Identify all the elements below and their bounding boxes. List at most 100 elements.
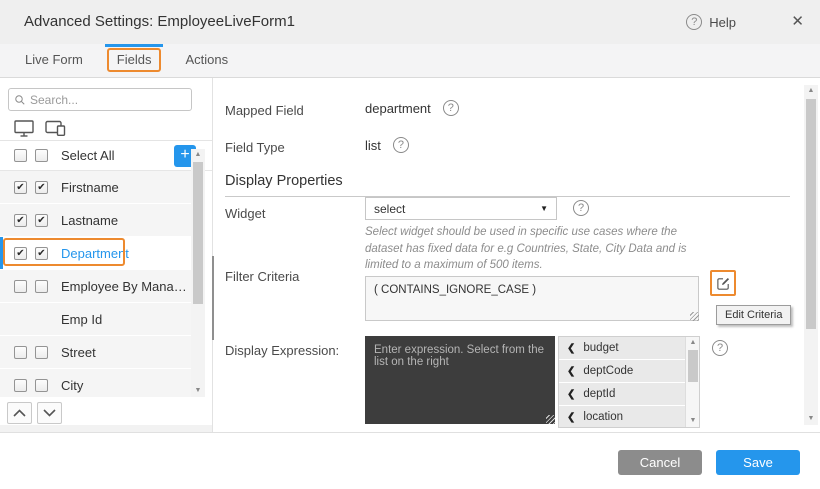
search-icon: [15, 94, 25, 106]
field-row-emp-id[interactable]: Emp Id: [0, 303, 191, 335]
scroll-up-icon[interactable]: ▲: [686, 337, 700, 349]
display-expression-label: Display Expression:: [225, 343, 339, 358]
field-row-label: Street: [61, 345, 96, 360]
move-up-button[interactable]: [7, 402, 32, 424]
field-row-label: Firstname: [61, 180, 119, 195]
tab-live-form[interactable]: Live Form: [8, 44, 100, 77]
field-row-street[interactable]: Street: [0, 336, 191, 368]
field-list: ✔ ✔ Firstname ✔ ✔ Lastname ✔ ✔ Departmen…: [0, 171, 191, 397]
field-row-label: Department: [61, 246, 129, 261]
widget-select-value: select: [366, 202, 405, 216]
scroll-up-icon[interactable]: ▲: [191, 149, 205, 161]
mapped-field-help-icon[interactable]: ?: [443, 100, 459, 116]
widget-label: Widget: [225, 206, 265, 221]
mobile-checkbox[interactable]: [35, 346, 48, 359]
display-expression-input[interactable]: [365, 336, 555, 424]
select-all-mobile-checkbox[interactable]: [35, 149, 48, 162]
edit-pencil-icon: [716, 276, 731, 291]
edit-criteria-button[interactable]: [710, 270, 736, 296]
field-row-label: City: [61, 378, 83, 393]
chevron-left-icon: ❮: [567, 366, 575, 377]
expression-field-deptid[interactable]: ❮ deptId: [559, 383, 685, 405]
dialog-title: Advanced Settings: EmployeeLiveForm1: [24, 0, 295, 44]
chevron-left-icon: ❮: [567, 389, 575, 400]
expression-help-icon[interactable]: ?: [712, 340, 728, 356]
field-row-label: Employee By Mana…: [61, 279, 187, 294]
field-row-department[interactable]: ✔ ✔ Department: [0, 237, 191, 269]
scrollbar-thumb[interactable]: [806, 99, 816, 329]
scrollbar-thumb[interactable]: [193, 162, 203, 304]
expression-field-label: deptCode: [583, 365, 633, 377]
field-row-firstname[interactable]: ✔ ✔ Firstname: [0, 171, 191, 203]
expression-list-scrollbar[interactable]: ▲ ▼: [685, 337, 699, 427]
widget-helper-text: Select widget should be used in specific…: [365, 224, 715, 274]
tab-actions[interactable]: Actions: [168, 44, 245, 77]
field-settings-panel: Mapped Field department ? Field Type lis…: [213, 78, 820, 432]
field-type-label: Field Type: [225, 140, 285, 155]
mapped-field-value: department: [365, 101, 431, 116]
save-button[interactable]: Save: [716, 450, 800, 475]
expression-field-budget[interactable]: ❮ budget: [559, 337, 685, 359]
tab-bar: Live Form Fields Actions: [0, 44, 820, 78]
tab-fields-label: Fields: [117, 52, 152, 67]
field-type-help-icon[interactable]: ?: [393, 137, 409, 153]
reorder-buttons: [7, 402, 62, 424]
display-properties-heading: Display Properties: [225, 173, 790, 197]
selected-row-indicator: [0, 237, 3, 269]
web-checkbox[interactable]: [14, 379, 27, 392]
mobile-checkbox[interactable]: ✔: [35, 181, 48, 194]
scroll-down-icon[interactable]: ▼: [191, 385, 205, 397]
mobile-checkbox[interactable]: [35, 379, 48, 392]
mobile-devices-icon[interactable]: [45, 120, 66, 136]
desktop-icon[interactable]: [14, 120, 34, 137]
scroll-up-icon[interactable]: ▲: [804, 85, 818, 97]
dropdown-arrow-icon: ▼: [540, 204, 548, 213]
close-icon[interactable]: ✕: [791, 0, 804, 44]
expression-field-deptcode[interactable]: ❮ deptCode: [559, 360, 685, 382]
mapped-field-label: Mapped Field: [225, 103, 304, 118]
web-checkbox[interactable]: ✔: [14, 181, 27, 194]
cancel-button[interactable]: Cancel: [618, 450, 702, 475]
search-box[interactable]: [8, 88, 192, 111]
filter-criteria-label: Filter Criteria: [225, 269, 299, 284]
field-row-label: Emp Id: [61, 312, 102, 327]
field-row-employee-by-manager[interactable]: Employee By Mana…: [0, 270, 191, 302]
expression-fields-list: ❮ budget ❮ deptCode ❮ deptId ❮ location …: [558, 336, 700, 428]
move-down-button[interactable]: [37, 402, 62, 424]
scroll-down-icon[interactable]: ▼: [804, 413, 818, 425]
active-tab-indicator: [105, 44, 164, 47]
tab-fields[interactable]: Fields: [100, 44, 169, 77]
chevron-down-icon: [43, 409, 56, 417]
panel-resize-handle[interactable]: [212, 256, 214, 340]
web-checkbox[interactable]: ✔: [14, 247, 27, 260]
widget-select[interactable]: select ▼: [365, 197, 557, 220]
main-scrollbar[interactable]: ▲ ▼: [804, 85, 818, 425]
chevron-left-icon: ❮: [567, 343, 575, 354]
advanced-settings-dialog: Advanced Settings: EmployeeLiveForm1 ? H…: [0, 0, 820, 489]
resize-handle[interactable]: [690, 312, 699, 321]
scroll-down-icon[interactable]: ▼: [686, 415, 700, 427]
mobile-checkbox[interactable]: ✔: [35, 247, 48, 260]
dialog-footer: Cancel Save: [0, 432, 820, 489]
field-row-city[interactable]: City: [0, 369, 191, 397]
select-all-web-checkbox[interactable]: [14, 149, 27, 162]
expression-field-label: budget: [583, 342, 618, 354]
sidebar-scrollbar[interactable]: ▲ ▼: [191, 149, 205, 397]
filter-criteria-input[interactable]: ( CONTAINS_IGNORE_CASE ): [365, 276, 699, 321]
field-row-lastname[interactable]: ✔ ✔ Lastname: [0, 204, 191, 236]
resize-handle[interactable]: [546, 415, 555, 424]
web-checkbox[interactable]: ✔: [14, 214, 27, 227]
device-toggle-row: [14, 116, 66, 140]
scrollbar-thumb[interactable]: [688, 350, 698, 382]
expression-field-location[interactable]: ❮ location: [559, 406, 685, 428]
edit-criteria-tooltip: Edit Criteria: [716, 305, 791, 325]
mobile-checkbox[interactable]: ✔: [35, 214, 48, 227]
search-input[interactable]: [30, 93, 185, 107]
mobile-checkbox[interactable]: [35, 280, 48, 293]
widget-help-icon[interactable]: ?: [573, 200, 589, 216]
web-checkbox[interactable]: [14, 280, 27, 293]
web-checkbox[interactable]: [14, 346, 27, 359]
help-label: Help: [709, 15, 736, 30]
help-icon: ?: [686, 14, 702, 30]
help-button[interactable]: ? Help: [686, 0, 736, 44]
